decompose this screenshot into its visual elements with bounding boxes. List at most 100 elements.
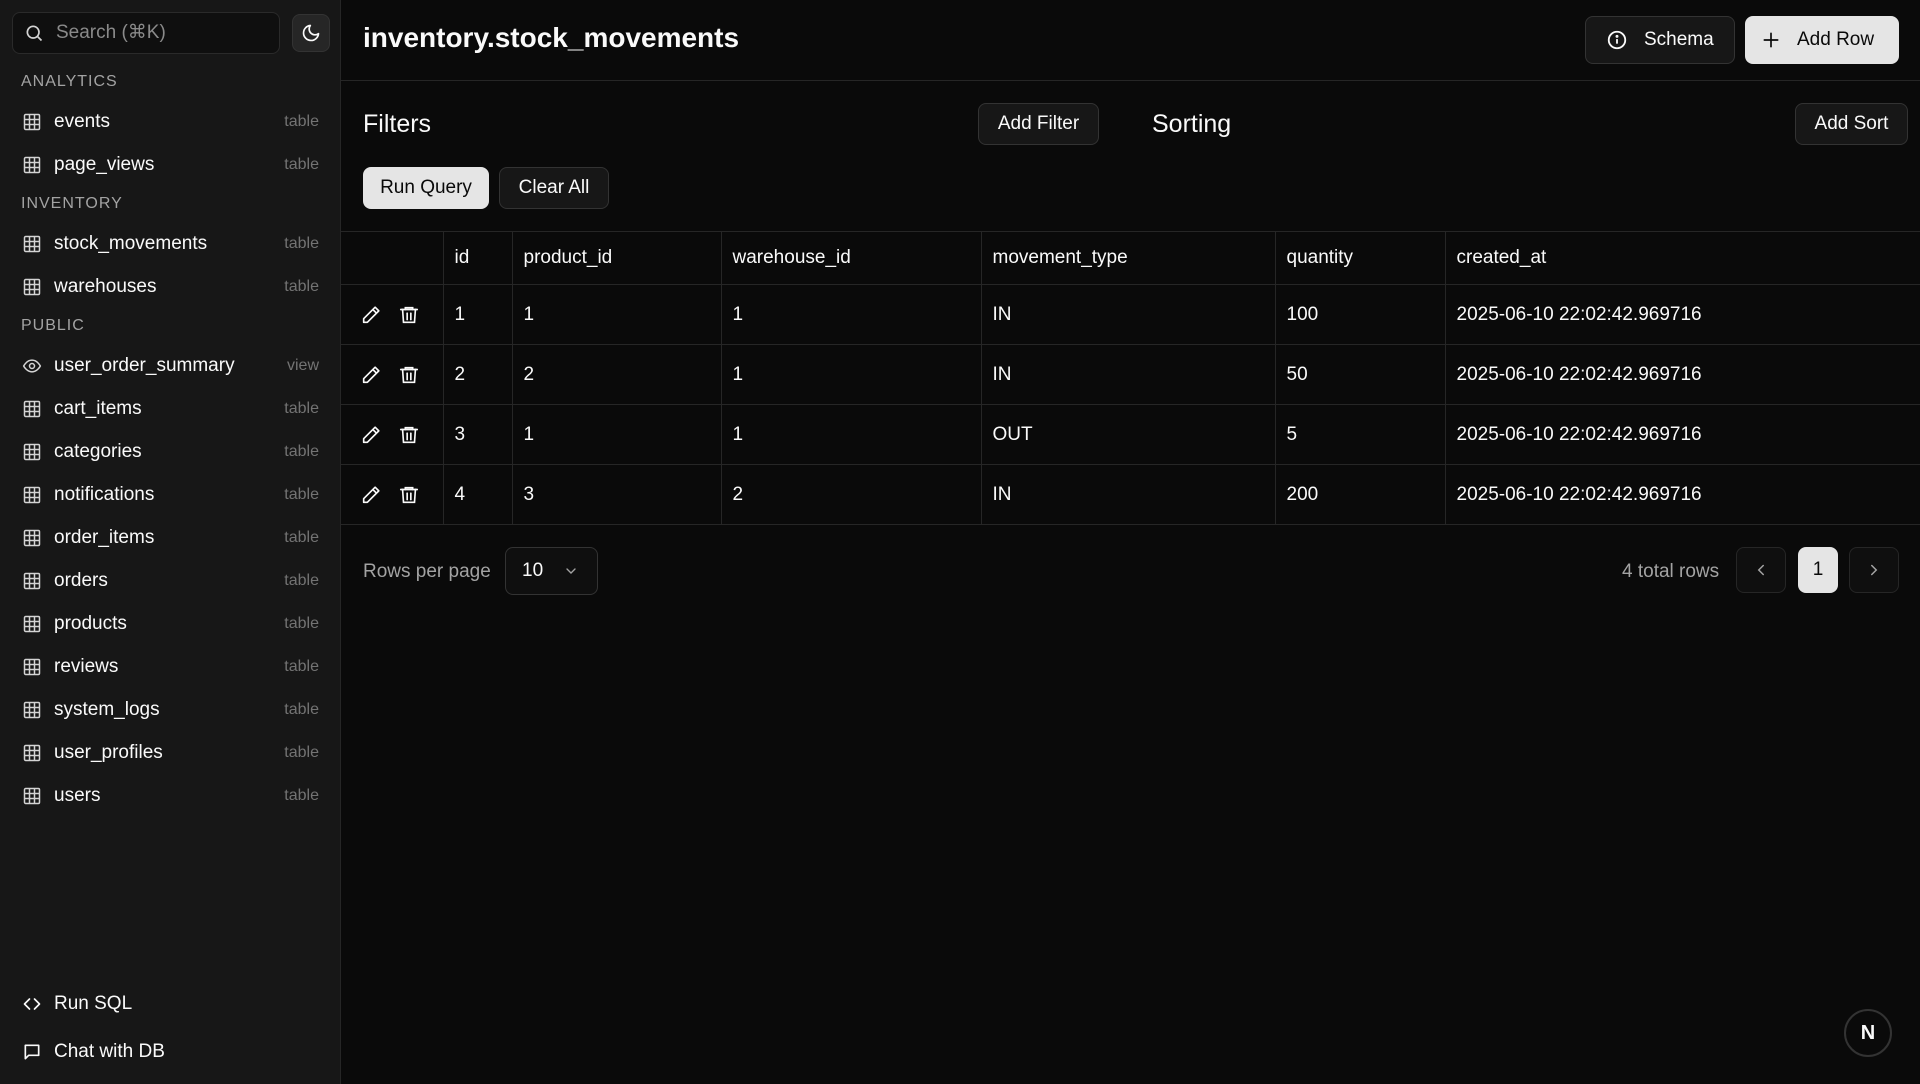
clear-all-button[interactable]: Clear All: [499, 167, 609, 209]
actions-column-header: [341, 231, 444, 285]
sidebar-item-kind: table: [284, 657, 319, 675]
cell-movement-type[interactable]: IN: [981, 464, 1276, 525]
sidebar-item-warehouses[interactable]: warehouses table: [0, 265, 341, 308]
sidebar-item-label: users: [54, 784, 101, 806]
edit-icon[interactable]: [359, 303, 383, 327]
sidebar-item-label: notifications: [54, 483, 155, 505]
sidebar-item-kind: view: [286, 356, 319, 374]
cell-product-id[interactable]: 1: [512, 284, 722, 345]
run-sql-label: Run SQL: [54, 993, 133, 1014]
search-box[interactable]: [12, 12, 280, 54]
column-header-id[interactable]: id: [443, 231, 513, 285]
cell-product-id[interactable]: 1: [512, 404, 722, 465]
total-rows-label: 4 total rows: [1622, 561, 1720, 582]
theme-toggle-button[interactable]: [292, 14, 330, 52]
sidebar-item-kind: table: [284, 571, 319, 589]
page-1-button[interactable]: 1: [1798, 547, 1838, 593]
sidebar-item-kind: table: [284, 786, 319, 804]
plus-icon: [1761, 30, 1781, 50]
column-header-quantity[interactable]: quantity: [1275, 231, 1446, 285]
table-row: 2 2 1 IN 50 2025-06-10 22:02:42.969716: [341, 344, 1920, 405]
sidebar-item-notifications[interactable]: notifications table: [0, 473, 341, 516]
search-input[interactable]: [56, 22, 256, 44]
row-actions: [341, 284, 444, 345]
add-filter-button[interactable]: Add Filter: [978, 103, 1099, 145]
column-header-movement-type[interactable]: movement_type: [981, 231, 1276, 285]
cell-movement-type[interactable]: OUT: [981, 404, 1276, 465]
code-icon: [21, 993, 43, 1015]
cell-movement-type[interactable]: IN: [981, 284, 1276, 345]
edit-icon[interactable]: [359, 423, 383, 447]
cell-movement-type[interactable]: IN: [981, 344, 1276, 405]
delete-icon[interactable]: [397, 363, 421, 387]
edit-icon[interactable]: [359, 363, 383, 387]
cell-warehouse-id[interactable]: 1: [721, 344, 982, 405]
cell-created-at[interactable]: 2025-06-10 22:02:42.969716: [1445, 284, 1920, 345]
cell-quantity[interactable]: 200: [1275, 464, 1446, 525]
column-header-warehouse-id[interactable]: warehouse_id: [721, 231, 982, 285]
chevron-right-icon: [1865, 561, 1883, 579]
cell-created-at[interactable]: 2025-06-10 22:02:42.969716: [1445, 404, 1920, 465]
cell-created-at[interactable]: 2025-06-10 22:02:42.969716: [1445, 344, 1920, 405]
cell-id[interactable]: 1: [443, 284, 513, 345]
add-sort-button[interactable]: Add Sort: [1795, 103, 1908, 145]
column-header-product-id[interactable]: product_id: [512, 231, 722, 285]
table-icon: [21, 699, 43, 721]
delete-icon[interactable]: [397, 303, 421, 327]
cell-product-id[interactable]: 2: [512, 344, 722, 405]
column-header-created-at[interactable]: created_at: [1445, 231, 1920, 285]
run-query-button[interactable]: Run Query: [363, 167, 489, 209]
cell-product-id[interactable]: 3: [512, 464, 722, 525]
section-title-inventory: INVENTORY: [21, 195, 123, 212]
info-icon: [1606, 29, 1628, 51]
page-size-select[interactable]: 10: [505, 547, 598, 595]
sidebar-item-label: warehouses: [54, 275, 157, 297]
table-row: 1 1 1 IN 100 2025-06-10 22:02:42.969716: [341, 284, 1920, 345]
cell-id[interactable]: 4: [443, 464, 513, 525]
add-row-button[interactable]: Add Row: [1745, 16, 1899, 64]
sidebar-item-events[interactable]: events table: [0, 100, 341, 143]
chat-with-db-link[interactable]: Chat with DB: [0, 1028, 341, 1076]
run-sql-link[interactable]: Run SQL: [0, 980, 341, 1028]
delete-icon[interactable]: [397, 483, 421, 507]
cell-id[interactable]: 2: [443, 344, 513, 405]
cell-quantity[interactable]: 5: [1275, 404, 1446, 465]
sidebar-item-cart-items[interactable]: cart_items table: [0, 387, 341, 430]
cell-id[interactable]: 3: [443, 404, 513, 465]
sidebar-item-label: events: [54, 110, 110, 132]
sorting-title: Sorting: [1152, 110, 1232, 138]
cell-warehouse-id[interactable]: 1: [721, 404, 982, 465]
previous-page-button[interactable]: [1736, 547, 1786, 593]
sidebar-item-products[interactable]: products table: [0, 602, 341, 645]
sidebar-item-user-profiles[interactable]: user_profiles table: [0, 731, 341, 774]
cell-warehouse-id[interactable]: 2: [721, 464, 982, 525]
sidebar-item-reviews[interactable]: reviews table: [0, 645, 341, 688]
sidebar-item-orders[interactable]: orders table: [0, 559, 341, 602]
sidebar-item-order-items[interactable]: order_items table: [0, 516, 341, 559]
search-icon: [24, 23, 44, 43]
nextjs-dev-badge[interactable]: N: [1844, 1009, 1892, 1057]
sidebar-item-page-views[interactable]: page_views table: [0, 143, 341, 186]
sidebar-item-system-logs[interactable]: system_logs table: [0, 688, 341, 731]
schema-button[interactable]: Schema: [1585, 16, 1735, 64]
sidebar-item-categories[interactable]: categories table: [0, 430, 341, 473]
sidebar-item-label: orders: [54, 569, 108, 591]
cell-warehouse-id[interactable]: 1: [721, 284, 982, 345]
cell-quantity[interactable]: 50: [1275, 344, 1446, 405]
sidebar-item-kind: table: [284, 485, 319, 503]
edit-icon[interactable]: [359, 483, 383, 507]
next-page-button[interactable]: [1849, 547, 1899, 593]
page-title: inventory.stock_movements: [363, 22, 740, 53]
sidebar-item-user-order-summary[interactable]: user_order_summary view: [0, 344, 341, 387]
table-icon: [21, 441, 43, 463]
chat-icon: [21, 1041, 43, 1063]
delete-icon[interactable]: [397, 423, 421, 447]
table-row: 3 1 1 OUT 5 2025-06-10 22:02:42.969716: [341, 404, 1920, 465]
sidebar-item-kind: table: [284, 234, 319, 252]
cell-created-at[interactable]: 2025-06-10 22:02:42.969716: [1445, 464, 1920, 525]
section-title-public: PUBLIC: [21, 317, 85, 334]
cell-quantity[interactable]: 100: [1275, 284, 1446, 345]
sidebar-item-stock-movements[interactable]: stock_movements table: [0, 222, 341, 265]
rows-per-page-label: Rows per page: [363, 561, 491, 582]
sidebar-item-users[interactable]: users table: [0, 774, 341, 817]
